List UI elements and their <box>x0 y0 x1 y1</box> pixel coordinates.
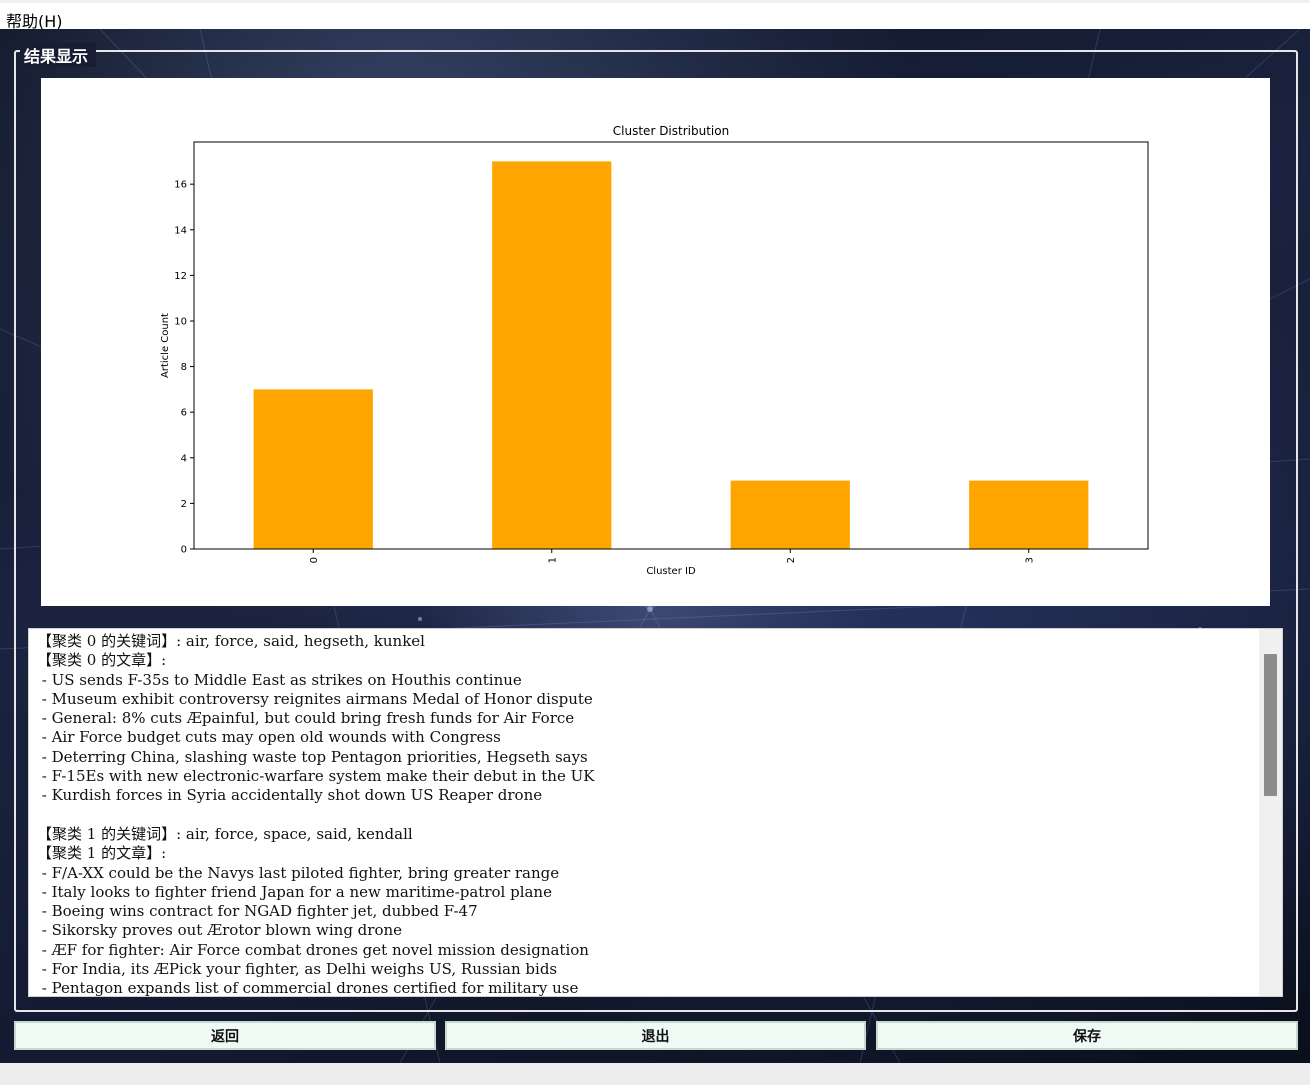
save-button[interactable]: 保存 <box>876 1021 1298 1050</box>
result-line: 【聚类 1 的文章】: <box>37 844 167 863</box>
cluster-distribution-chart: 02468101214160 1 2 3Cluster DistributionClu… <box>160 124 1149 577</box>
x-tick-label: 0 <box>309 557 320 563</box>
y-tick-label: 16 <box>174 180 187 191</box>
y-tick-label: 8 <box>181 362 187 373</box>
x-axis-label: Cluster ID <box>646 566 696 577</box>
exit-button[interactable]: 退出 <box>445 1021 866 1050</box>
scrollbar-thumb[interactable] <box>1264 654 1277 796</box>
result-line: - US sends F-35s to Middle East as strik… <box>37 670 522 689</box>
bar-cluster-3 <box>969 480 1089 549</box>
result-line: - Museum exhibit controversy reignites a… <box>37 689 593 708</box>
status-bar <box>0 1063 1310 1085</box>
y-tick-label: 14 <box>174 225 187 236</box>
result-line: 【聚类 0 的关键词】: air, force, said, hegseth, … <box>37 632 425 650</box>
result-line: - F/A-XX could be the Navys last piloted… <box>37 863 560 882</box>
y-tick-label: 10 <box>174 316 187 327</box>
result-line: - F-15Es with new electronic-warfare sys… <box>37 767 595 786</box>
menu-bar: 帮助(H) <box>0 0 1310 31</box>
result-line: - ÆF for fighter: Air Force combat drone… <box>37 940 589 959</box>
back-button[interactable]: 返回 <box>14 1021 436 1050</box>
result-line: - For India, its ÆPick your fighter, as … <box>37 960 558 979</box>
bar-cluster-2 <box>730 480 850 549</box>
result-line: - Boeing wins contract for NGAD fighter … <box>37 902 478 921</box>
chart-title: Cluster Distribution <box>613 124 729 138</box>
y-tick-label: 6 <box>181 408 187 419</box>
bar-cluster-1 <box>492 161 612 549</box>
result-line: - Kurdish forces in Syria accidentally s… <box>37 786 543 805</box>
y-tick-label: 2 <box>181 499 187 510</box>
result-line: - Pentagon expands list of commercial dr… <box>37 979 579 997</box>
vertical-scrollbar[interactable] <box>1259 629 1282 996</box>
results-text: 【聚类 0 的关键词】: air, force, said, hegseth, … <box>37 632 595 997</box>
x-tick-label: 3 <box>1024 557 1035 563</box>
bar-cluster-0 <box>253 389 373 549</box>
y-tick-label: 4 <box>181 453 187 464</box>
result-line: - Air Force budget cuts may open old wou… <box>37 728 501 747</box>
x-tick-label: 1 <box>547 557 558 563</box>
result-line: 【聚类 0 的文章】: <box>37 651 167 670</box>
results-text-area[interactable]: 【聚类 0 的关键词】: air, force, said, hegseth, … <box>28 628 1283 997</box>
result-line: - Italy looks to fighter friend Japan fo… <box>37 882 552 901</box>
y-tick-label: 12 <box>174 271 187 282</box>
result-line: - Sikorsky proves out Ærotor blown wing … <box>37 921 403 940</box>
x-tick-label: 2 <box>786 557 797 563</box>
result-line: - Deterring China, slashing waste top Pe… <box>37 747 588 766</box>
y-axis-label: Article Count <box>160 313 171 378</box>
result-line <box>37 806 594 825</box>
chart-panel: 0 2 4 6 8 10 12 14 16 0 1 2 3 Cluster Distribution Clu… <box>41 78 1270 606</box>
groupbox-title: 结果显示 <box>20 43 97 67</box>
y-tick-label: 0 <box>181 545 187 556</box>
result-line: - General: 8% cuts Æpainful, but could b… <box>37 709 575 728</box>
result-line: 【聚类 1 的关键词】: air, force, space, said, ke… <box>37 824 413 843</box>
